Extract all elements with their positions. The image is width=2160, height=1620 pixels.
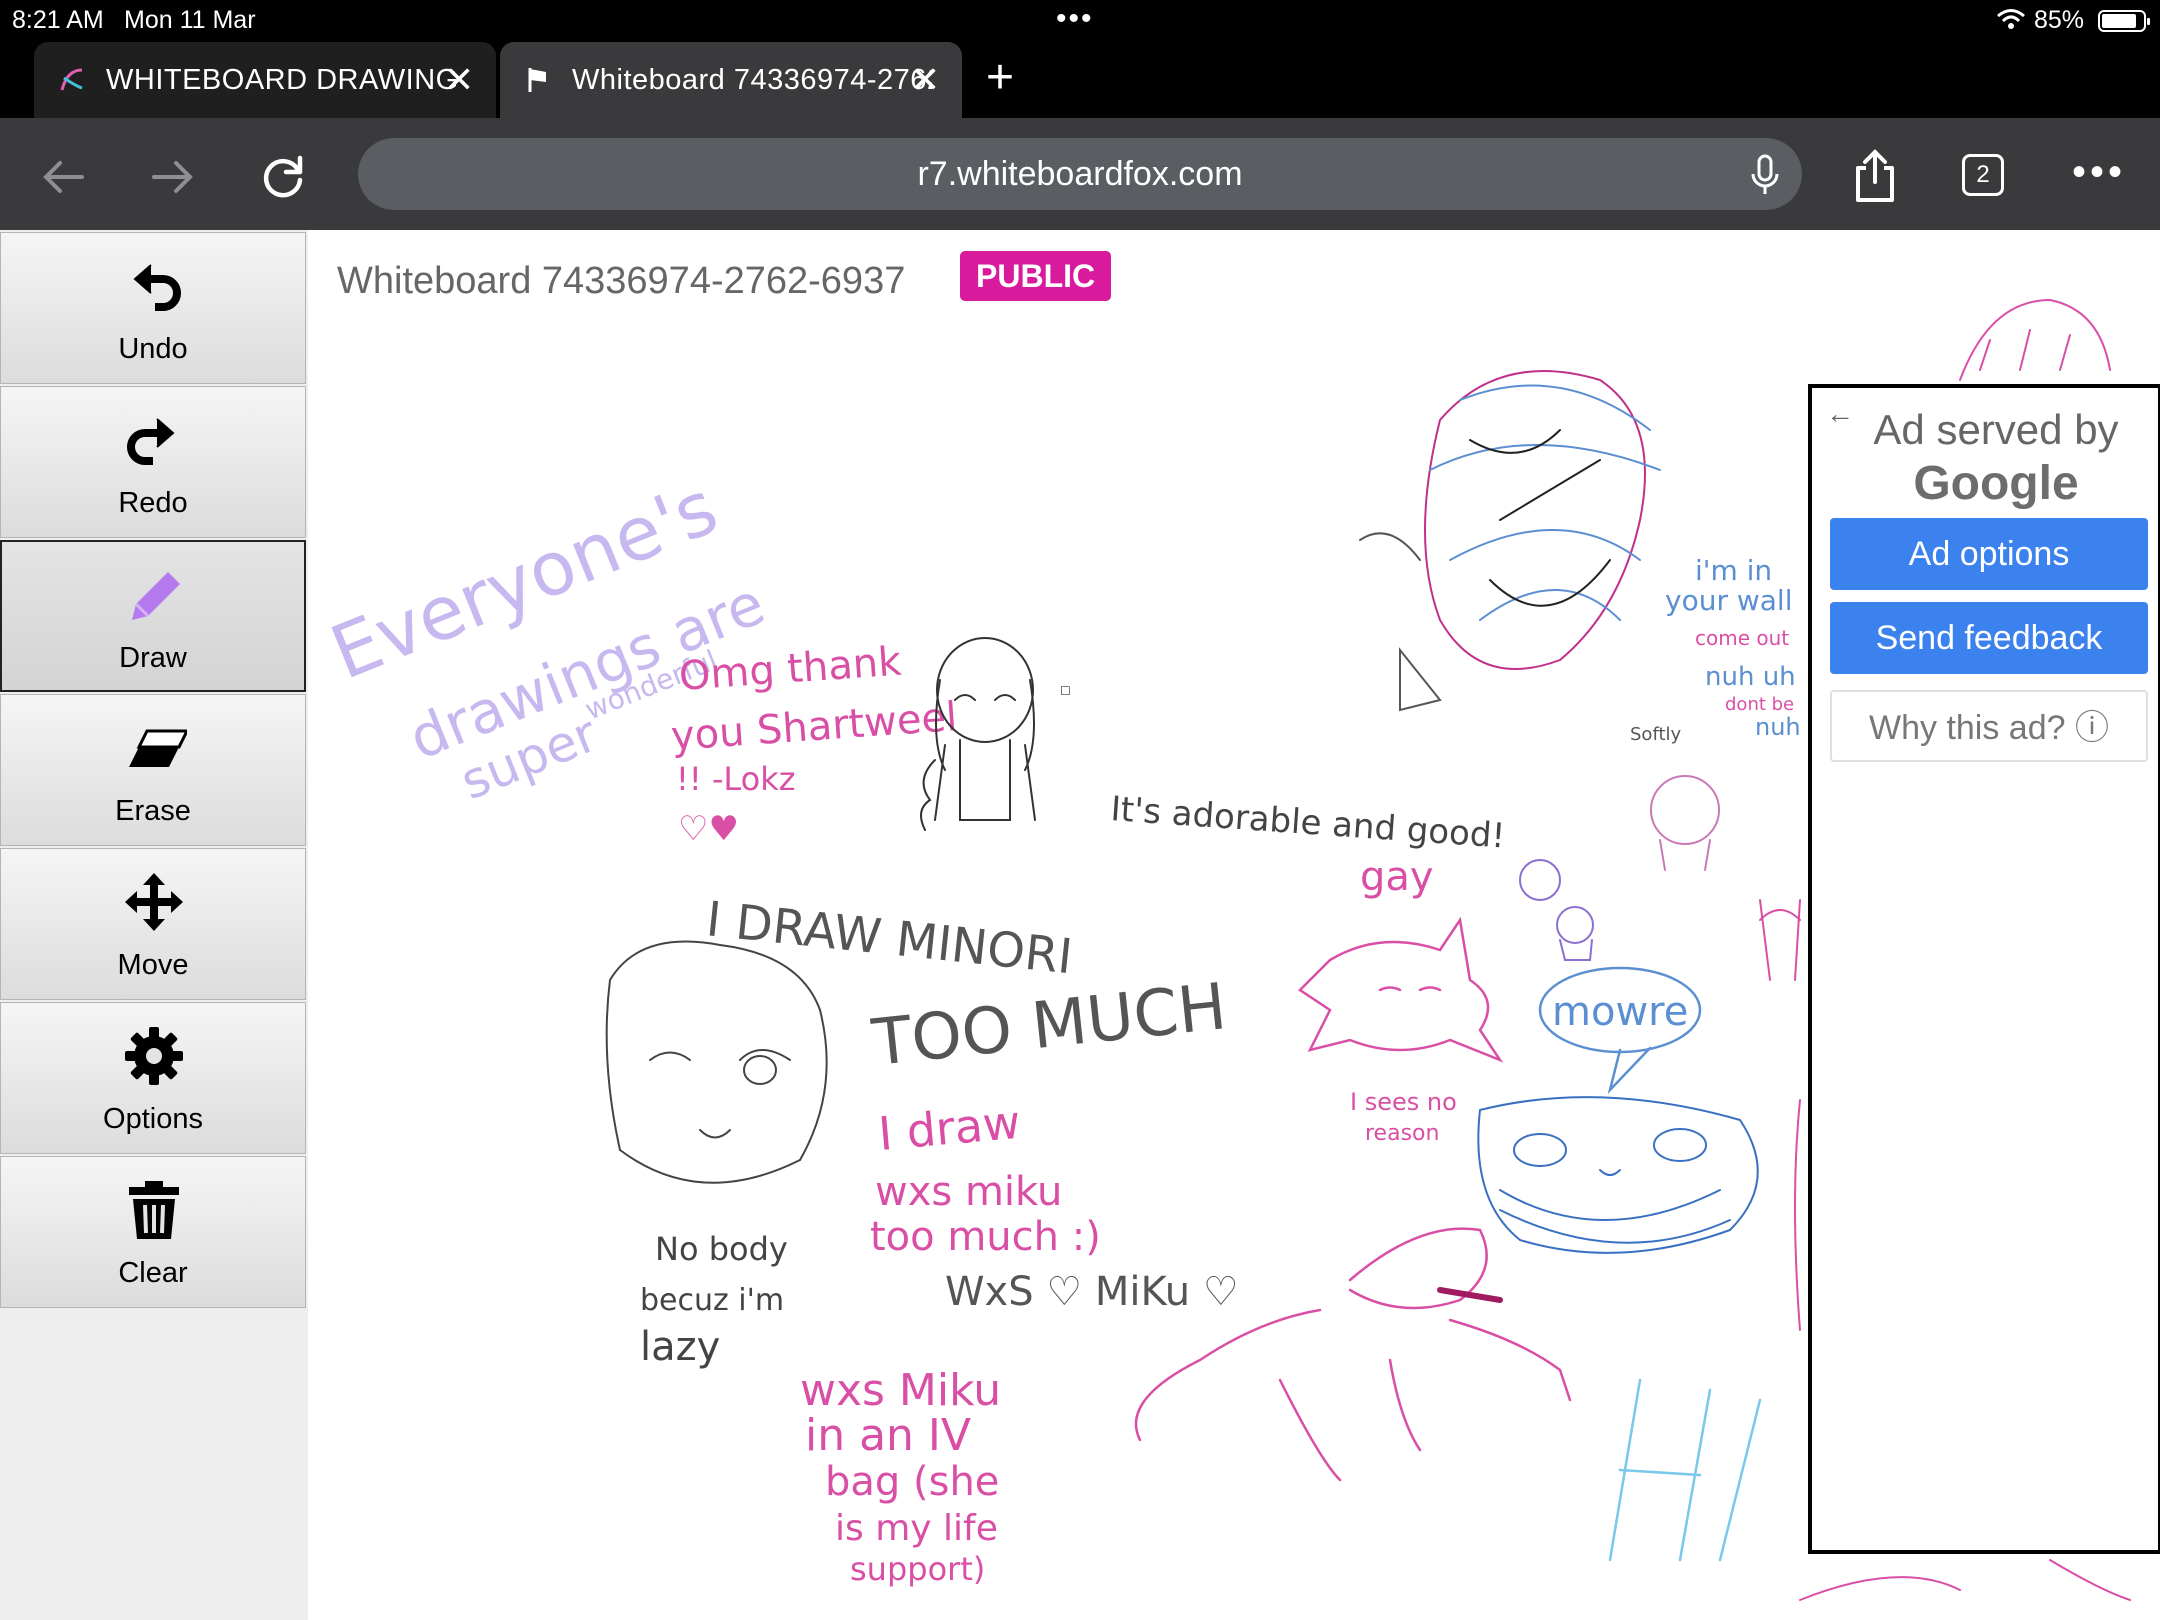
board-title: Whiteboard 74336974-2762-6937 xyxy=(337,260,906,302)
blue-face-sketch xyxy=(1477,1096,1759,1254)
drawing-text: your wall xyxy=(1665,584,1792,617)
drawing-text: I draw xyxy=(876,1095,1022,1161)
drawing-text: ♡♥ xyxy=(678,809,739,849)
minori-sketch xyxy=(605,940,828,1184)
drawing-text: I DRAW MINORI xyxy=(704,891,1075,985)
ad-panel: ← Ad served by Google Ad options Send fe… xyxy=(1808,384,2160,1554)
drawing-text: bag (she xyxy=(825,1459,999,1505)
drawing-text: wxs miku xyxy=(875,1169,1062,1215)
drawing-text: lazy xyxy=(640,1324,720,1370)
drawing-text: support) xyxy=(850,1550,985,1588)
drawing-text: wxs Miku xyxy=(800,1365,1001,1416)
pink-cat-sketch xyxy=(1298,916,1504,1063)
send-feedback-button[interactable]: Send feedback xyxy=(1830,602,2148,674)
drawing-text: reason xyxy=(1365,1121,1439,1146)
ad-served-by: Ad served by xyxy=(1873,406,2119,453)
drawing-text: I sees no xyxy=(1350,1088,1457,1116)
drawing-text: becuz i'm xyxy=(640,1283,784,1318)
drawing-text: is my life xyxy=(835,1508,998,1549)
scribble-head-sketch xyxy=(1359,370,1661,712)
drawing-text: dont be xyxy=(1725,694,1794,715)
drawing-text: come out xyxy=(1695,626,1789,650)
drawing-text: nuh xyxy=(1755,713,1801,741)
drawing-text: No body xyxy=(655,1230,788,1268)
hi-sketch xyxy=(1608,1378,1762,1562)
drawing-text: nuh uh xyxy=(1705,662,1796,692)
drawing-text: i'm in xyxy=(1695,554,1772,587)
small-chibi-sketch xyxy=(1650,775,1720,871)
drawing-text: in an IV xyxy=(805,1410,971,1461)
drawing-text: mowre xyxy=(1552,989,1688,1035)
why-this-ad-button[interactable]: Why this ad? ⓘ xyxy=(1830,690,2148,762)
drawing-text: WxS ♡ MiKu ♡ xyxy=(945,1269,1239,1315)
drawing-text: Hi xyxy=(1700,1599,1702,1601)
drawing-text: too much :) xyxy=(870,1214,1101,1260)
ad-options-button[interactable]: Ad options xyxy=(1830,518,2148,590)
drawing-text: Softly xyxy=(1630,724,1682,745)
drawing-text: TOO MUCH xyxy=(868,970,1230,1081)
drawing-text: you Shartweel xyxy=(669,694,958,760)
public-badge: PUBLIC xyxy=(960,251,1112,301)
drawing-text: It's adorable and good! xyxy=(1109,789,1506,856)
drawing-text: !! -Lokz xyxy=(676,760,796,798)
pink-cat-bottom-sketch xyxy=(1134,1227,1572,1482)
drawing-text: ☐ xyxy=(1060,684,1071,698)
purple-chibi-sketch xyxy=(1519,859,1594,961)
drawing-text: gay xyxy=(1360,854,1434,900)
google-logo: Google xyxy=(1913,457,2079,510)
